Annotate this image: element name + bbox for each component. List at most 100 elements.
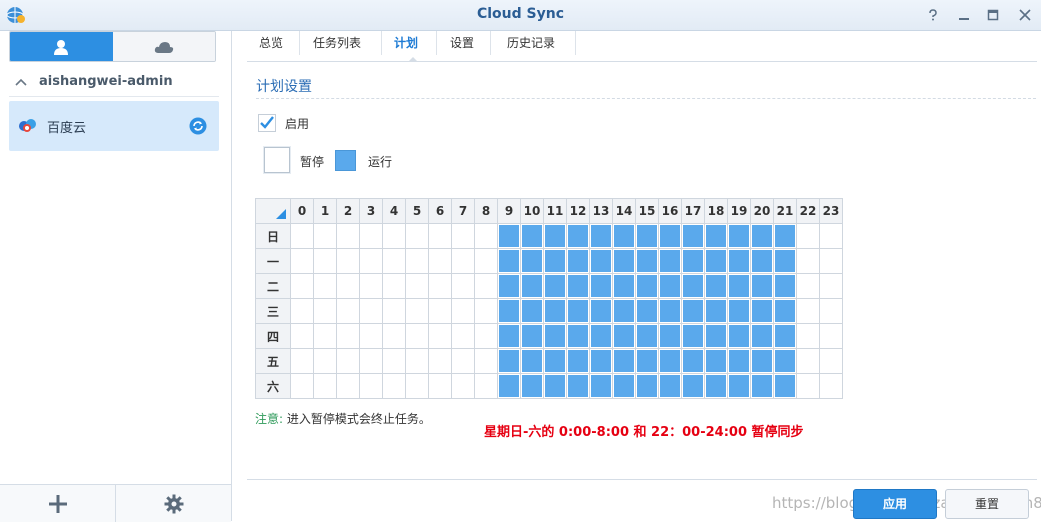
schedule-cell-pause[interactable] [428, 323, 452, 349]
schedule-cell-run[interactable] [543, 348, 567, 374]
schedule-cell-pause[interactable] [819, 348, 843, 374]
sidebar-item-baidu-cloud[interactable]: 百度云 [9, 101, 219, 151]
schedule-cell-pause[interactable] [382, 248, 406, 274]
schedule-cell-pause[interactable] [451, 223, 475, 249]
schedule-cell-pause[interactable] [313, 373, 337, 399]
hour-header[interactable]: 6 [428, 198, 452, 224]
schedule-cell-run[interactable] [635, 223, 659, 249]
hour-header[interactable]: 0 [290, 198, 314, 224]
schedule-cell-pause[interactable] [451, 323, 475, 349]
schedule-cell-pause[interactable] [474, 273, 498, 299]
schedule-cell-pause[interactable] [382, 273, 406, 299]
user-view-button[interactable] [10, 32, 113, 61]
schedule-cell-pause[interactable] [336, 323, 360, 349]
schedule-cell-pause[interactable] [290, 323, 314, 349]
schedule-cell-pause[interactable] [313, 248, 337, 274]
schedule-cell-run[interactable] [727, 273, 751, 299]
schedule-cell-run[interactable] [635, 273, 659, 299]
schedule-cell-run[interactable] [589, 248, 613, 274]
schedule-cell-run[interactable] [497, 298, 521, 324]
schedule-cell-pause[interactable] [290, 273, 314, 299]
schedule-cell-run[interactable] [520, 298, 544, 324]
schedule-cell-pause[interactable] [796, 223, 820, 249]
schedule-grid[interactable]: 0 1 2 3 4 5 6 7 8 9 10 11 12 13 14 15 16 17 18 19 20 21 22 23 日… [255, 198, 843, 399]
schedule-cell-pause[interactable] [796, 248, 820, 274]
hour-header[interactable]: 23 [819, 198, 843, 224]
schedule-cell-pause[interactable] [313, 323, 337, 349]
schedule-cell-run[interactable] [497, 273, 521, 299]
schedule-cell-pause[interactable] [336, 298, 360, 324]
tab-settings[interactable]: 设置 [446, 31, 491, 55]
schedule-cell-pause[interactable] [382, 223, 406, 249]
schedule-cell-pause[interactable] [428, 248, 452, 274]
schedule-cell-pause[interactable] [359, 323, 383, 349]
hour-header[interactable]: 3 [359, 198, 383, 224]
reset-button[interactable]: 重置 [945, 489, 1029, 519]
enable-checkbox[interactable] [258, 114, 276, 132]
schedule-cell-run[interactable] [658, 298, 682, 324]
schedule-cell-pause[interactable] [290, 248, 314, 274]
schedule-cell-pause[interactable] [474, 223, 498, 249]
schedule-cell-pause[interactable] [290, 223, 314, 249]
schedule-cell-run[interactable] [612, 248, 636, 274]
schedule-cell-run[interactable] [727, 248, 751, 274]
hour-header[interactable]: 19 [727, 198, 751, 224]
schedule-cell-run[interactable] [704, 348, 728, 374]
schedule-cell-run[interactable] [681, 273, 705, 299]
close-icon[interactable] [1016, 6, 1034, 24]
schedule-cell-pause[interactable] [359, 373, 383, 399]
schedule-cell-pause[interactable] [313, 298, 337, 324]
schedule-cell-pause[interactable] [428, 273, 452, 299]
schedule-cell-run[interactable] [543, 248, 567, 274]
schedule-cell-run[interactable] [589, 273, 613, 299]
schedule-cell-run[interactable] [658, 373, 682, 399]
schedule-cell-run[interactable] [658, 248, 682, 274]
schedule-cell-run[interactable] [750, 223, 774, 249]
schedule-cell-run[interactable] [635, 298, 659, 324]
schedule-cell-pause[interactable] [474, 348, 498, 374]
schedule-cell-pause[interactable] [819, 373, 843, 399]
schedule-cell-pause[interactable] [474, 248, 498, 274]
schedule-cell-pause[interactable] [428, 348, 452, 374]
schedule-cell-pause[interactable] [474, 323, 498, 349]
maximize-icon[interactable] [984, 6, 1002, 24]
hour-header[interactable]: 10 [520, 198, 544, 224]
schedule-cell-run[interactable] [612, 323, 636, 349]
schedule-cell-pause[interactable] [428, 373, 452, 399]
schedule-cell-pause[interactable] [290, 298, 314, 324]
schedule-cell-run[interactable] [681, 373, 705, 399]
schedule-cell-run[interactable] [658, 348, 682, 374]
schedule-cell-run[interactable] [566, 373, 590, 399]
apply-button[interactable]: 应用 [853, 489, 937, 519]
hour-header[interactable]: 17 [681, 198, 705, 224]
schedule-cell-run[interactable] [612, 223, 636, 249]
schedule-cell-run[interactable] [681, 223, 705, 249]
schedule-cell-pause[interactable] [819, 323, 843, 349]
schedule-cell-run[interactable] [520, 348, 544, 374]
schedule-cell-pause[interactable] [451, 373, 475, 399]
schedule-cell-pause[interactable] [290, 348, 314, 374]
schedule-cell-run[interactable] [681, 248, 705, 274]
schedule-cell-run[interactable] [612, 298, 636, 324]
schedule-cell-run[interactable] [566, 248, 590, 274]
day-header[interactable]: 三 [255, 298, 291, 324]
schedule-cell-pause[interactable] [819, 248, 843, 274]
schedule-cell-run[interactable] [681, 323, 705, 349]
schedule-cell-pause[interactable] [336, 223, 360, 249]
schedule-cell-pause[interactable] [405, 223, 429, 249]
schedule-cell-pause[interactable] [796, 323, 820, 349]
hour-header[interactable]: 14 [612, 198, 636, 224]
schedule-cell-run[interactable] [750, 298, 774, 324]
day-header[interactable]: 四 [255, 323, 291, 349]
schedule-cell-run[interactable] [704, 298, 728, 324]
schedule-cell-run[interactable] [704, 223, 728, 249]
schedule-cell-run[interactable] [566, 223, 590, 249]
hour-header[interactable]: 11 [543, 198, 567, 224]
schedule-cell-pause[interactable] [336, 273, 360, 299]
schedule-cell-run[interactable] [658, 223, 682, 249]
schedule-cell-pause[interactable] [474, 373, 498, 399]
schedule-cell-run[interactable] [497, 348, 521, 374]
schedule-cell-pause[interactable] [474, 298, 498, 324]
schedule-cell-run[interactable] [612, 373, 636, 399]
schedule-cell-run[interactable] [727, 348, 751, 374]
